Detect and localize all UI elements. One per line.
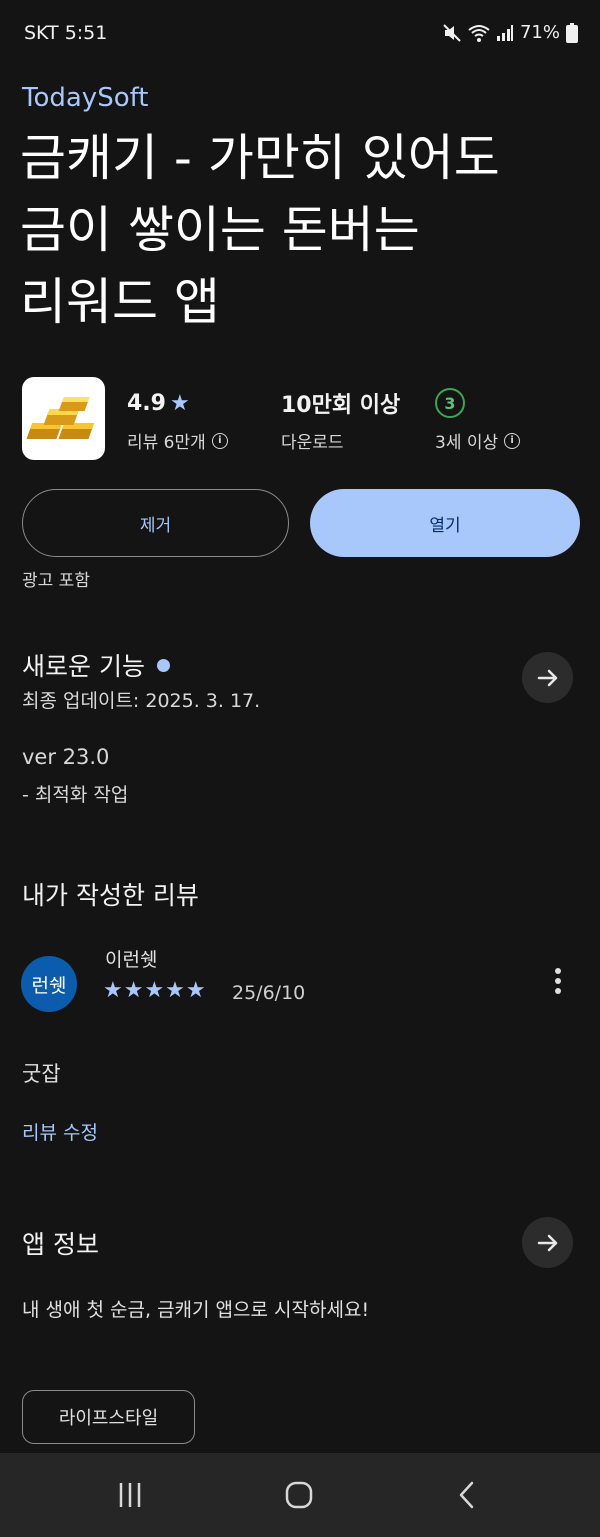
developer-link[interactable]: TodaySoft (22, 83, 149, 113)
my-review-title-text: 내가 작성한 리뷰 (22, 881, 199, 910)
update-note: - 최적화 작업 (22, 784, 129, 806)
age-rating-label: 3세 이상 (435, 433, 499, 453)
version-text: ver 23.0 (22, 745, 110, 769)
age-rating-badge: 3 (435, 388, 465, 418)
gold-bars-icon (26, 397, 95, 439)
star-icon: ★ (169, 390, 190, 416)
my-review-title: 내가 작성한 리뷰 (22, 876, 199, 912)
arrow-right-icon (537, 1234, 557, 1251)
info-icon[interactable]: i (211, 432, 228, 449)
category-chip[interactable]: 라이프스타일 (22, 1390, 195, 1444)
app-info-arrow-button[interactable] (522, 1217, 573, 1268)
review-date: 25/6/10 (232, 982, 306, 1004)
uninstall-button[interactable]: 제거 (22, 489, 289, 557)
more-options-icon[interactable] (550, 968, 566, 1002)
downloads-label: 다운로드 (281, 433, 344, 453)
back-button[interactable] (447, 1475, 487, 1515)
wifi-icon (468, 24, 490, 42)
last-updated: 최종 업데이트: 2025. 3. 17. (22, 690, 261, 712)
back-icon (459, 1481, 474, 1509)
review-stars: ★★★★★ (103, 978, 207, 1003)
home-button[interactable] (279, 1475, 319, 1515)
review-body: 굿잡 (22, 1062, 61, 1086)
rating-value: 4.9 (127, 390, 166, 416)
carrier-time: SKT 5:51 (24, 22, 108, 44)
app-title-line: 금이 쌓이는 돈버는 (20, 201, 420, 259)
home-icon (285, 1481, 313, 1509)
recent-apps-button[interactable] (110, 1475, 150, 1515)
age-rating-stat[interactable]: 3 3세 이상 i (435, 388, 521, 453)
reviewer-name: 이런쉣 (105, 949, 158, 971)
mute-icon (443, 23, 461, 42)
open-button[interactable]: 열기 (310, 489, 580, 557)
app-description: 내 생애 첫 순금, 금캐기 앱으로 시작하세요! (22, 1299, 370, 1321)
avatar: 런쉣 (21, 956, 77, 1012)
review-count: 리뷰 6만개 (127, 433, 206, 453)
recent-apps-icon (119, 1483, 141, 1507)
system-nav-bar (0, 1453, 600, 1537)
app-info-title-text: 앱 정보 (22, 1230, 99, 1259)
app-info-title[interactable]: 앱 정보 (22, 1225, 99, 1261)
battery-percent: 71% (519, 22, 560, 43)
app-title-line: 리워드 앱 (20, 273, 220, 331)
rating-stat[interactable]: 4.9 ★ 리뷰 6만개 i (127, 388, 228, 453)
arrow-right-icon (537, 669, 557, 686)
downloads-value: 10만회 이상 (281, 393, 401, 418)
status-icons: 71% (442, 22, 578, 43)
app-title-line: 금캐기 - 가만히 있어도 (20, 129, 500, 187)
new-indicator-dot (156, 658, 170, 672)
signal-icon (496, 24, 513, 41)
app-title: 금캐기 - 가만히 있어도 금이 쌓이는 돈버는 리워드 앱 (20, 122, 580, 338)
whats-new-arrow-button[interactable] (522, 652, 573, 703)
edit-review-link[interactable]: 리뷰 수정 (22, 1118, 98, 1145)
contains-ads-label: 광고 포함 (22, 571, 90, 591)
downloads-stat: 10만회 이상 다운로드 (281, 388, 400, 453)
whats-new-title-text: 새로운 기능 (22, 652, 145, 681)
info-icon[interactable]: i (504, 432, 521, 449)
battery-icon (566, 22, 578, 43)
whats-new-title[interactable]: 새로운 기능 (22, 647, 170, 683)
app-icon (22, 377, 105, 460)
status-bar: SKT 5:51 71% (0, 0, 600, 70)
